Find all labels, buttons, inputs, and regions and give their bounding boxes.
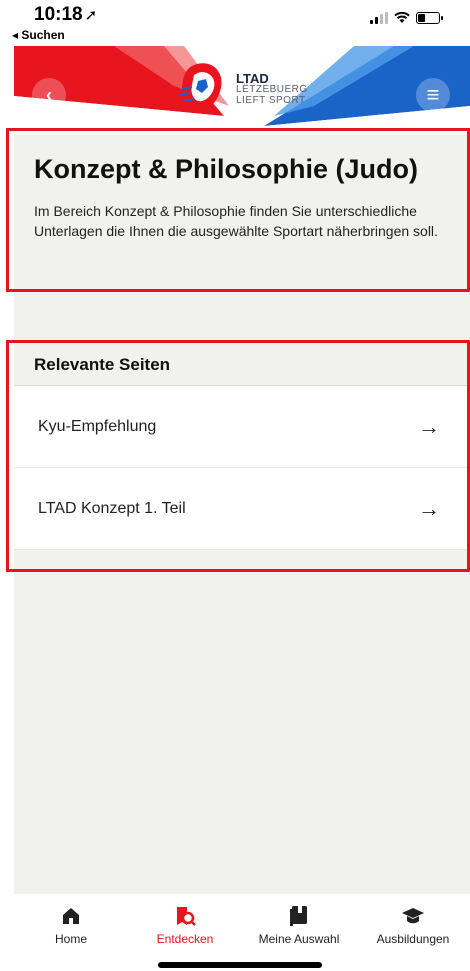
tab-home[interactable]: Home <box>14 894 128 960</box>
back-button[interactable]: ‹ <box>32 78 66 112</box>
menu-button[interactable]: ≡ <box>416 78 450 112</box>
tab-entdecken[interactable]: Entdecken <box>128 894 242 960</box>
page-title: Konzept & Philosophie (Judo) <box>34 154 418 184</box>
ltad-logo: LTAD LËTZEBUERG LIEFT SPORT <box>174 54 308 124</box>
intro-text: Im Bereich Konzept & Philosophie finden … <box>34 203 438 239</box>
logo-line-3: LIEFT SPORT <box>236 94 306 106</box>
tab-label: Ausbildungen <box>376 932 450 946</box>
app-screen: 10:18 ➚ ◂ Suchen ‹ LTAD LËTZEBUERG LIEFT… <box>0 0 470 971</box>
tab-label: Entdecken <box>156 932 214 946</box>
tab-bar: Home Entdecken Meine Auswahl Ausbildunge… <box>14 894 470 960</box>
app-header: ‹ LTAD LËTZEBUERG LIEFT SPORT ≡ <box>14 46 470 136</box>
home-icon <box>61 904 81 928</box>
discover-icon <box>174 904 196 928</box>
book-icon <box>289 904 309 928</box>
lion-icon <box>179 63 222 111</box>
relevant-pages-section: Relevante Seiten Kyu-Empfehlung → LTAD K… <box>14 344 470 550</box>
arrow-right-icon: → <box>418 413 440 439</box>
battery-icon <box>416 12 443 24</box>
status-icons <box>370 12 443 24</box>
wifi-icon <box>394 12 410 23</box>
link-label: Kyu-Empfehlung <box>38 417 157 435</box>
home-indicator[interactable] <box>158 962 322 968</box>
tab-label: Home <box>54 932 87 946</box>
status-bar: 10:18 ➚ ◂ Suchen <box>0 0 470 44</box>
content-area: Konzept & Philosophie (Judo) Im Bereich … <box>14 134 470 894</box>
chevron-left-icon: ‹ <box>46 84 52 105</box>
time-text: 10:18 <box>34 4 83 25</box>
section-heading: Relevante Seiten <box>14 344 470 386</box>
arrow-right-icon: → <box>418 495 440 521</box>
tab-meine-auswahl[interactable]: Meine Auswahl <box>242 894 356 960</box>
status-time: 10:18 ➚ <box>34 4 97 26</box>
tab-label: Meine Auswahl <box>258 932 340 946</box>
location-icon: ➚ <box>84 7 98 24</box>
back-to-search-link[interactable]: ◂ Suchen <box>12 28 65 42</box>
link-ltad-konzept[interactable]: LTAD Konzept 1. Teil → <box>14 468 470 550</box>
link-kyu-empfehlung[interactable]: Kyu-Empfehlung → <box>14 386 470 468</box>
logo-text: LTAD LËTZEBUERG LIEFT SPORT <box>236 72 308 107</box>
graduation-cap-icon <box>401 904 425 928</box>
hamburger-icon: ≡ <box>426 82 440 107</box>
tab-ausbildungen[interactable]: Ausbildungen <box>356 894 470 960</box>
link-label: LTAD Konzept 1. Teil <box>38 499 186 517</box>
intro-section: Konzept & Philosophie (Judo) Im Bereich … <box>14 134 470 241</box>
signal-icon <box>370 12 388 24</box>
